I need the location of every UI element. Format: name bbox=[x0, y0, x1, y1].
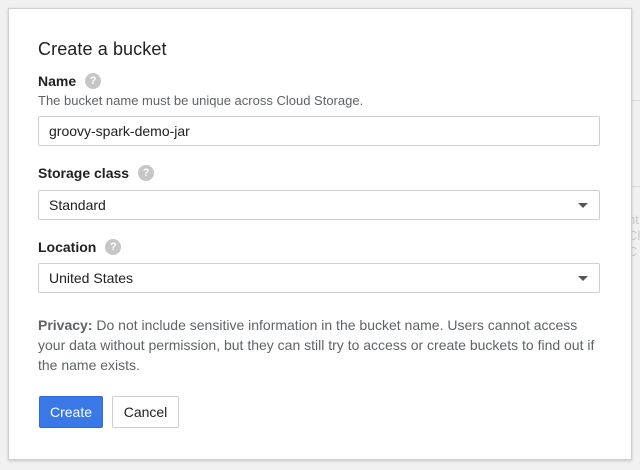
privacy-notice: Privacy: Do not include sensitive inform… bbox=[38, 315, 598, 375]
storage-class-select[interactable]: Standard bbox=[38, 190, 600, 220]
help-circle-icon[interactable]: ? bbox=[85, 73, 102, 89]
name-label: Name bbox=[38, 73, 77, 89]
storage-class-value: Standard bbox=[49, 197, 106, 213]
cancel-button[interactable]: Cancel bbox=[112, 396, 179, 428]
dropdown-arrow-icon bbox=[578, 276, 588, 281]
create-button[interactable]: Create bbox=[39, 396, 103, 428]
bucket-name-input[interactable] bbox=[38, 116, 600, 146]
location-select[interactable]: United States bbox=[38, 263, 600, 293]
location-label-row: Location ? bbox=[38, 239, 122, 255]
privacy-text: Do not include sensitive information in … bbox=[38, 317, 595, 373]
location-label: Location bbox=[38, 239, 97, 255]
name-label-row: Name ? bbox=[38, 73, 102, 89]
storage-class-label-row: Storage class ? bbox=[38, 165, 155, 181]
dialog-title: Create a bucket bbox=[38, 39, 167, 59]
help-circle-icon[interactable]: ? bbox=[105, 239, 122, 255]
privacy-label: Privacy: bbox=[38, 317, 93, 333]
create-bucket-dialog: Create a bucket Name ? The bucket name m… bbox=[8, 8, 632, 460]
help-circle-icon[interactable]: ? bbox=[138, 165, 155, 181]
location-value: United States bbox=[49, 270, 134, 286]
storage-class-label: Storage class bbox=[38, 165, 130, 181]
name-hint: The bucket name must be unique across Cl… bbox=[38, 93, 364, 108]
dropdown-arrow-icon bbox=[578, 203, 588, 208]
